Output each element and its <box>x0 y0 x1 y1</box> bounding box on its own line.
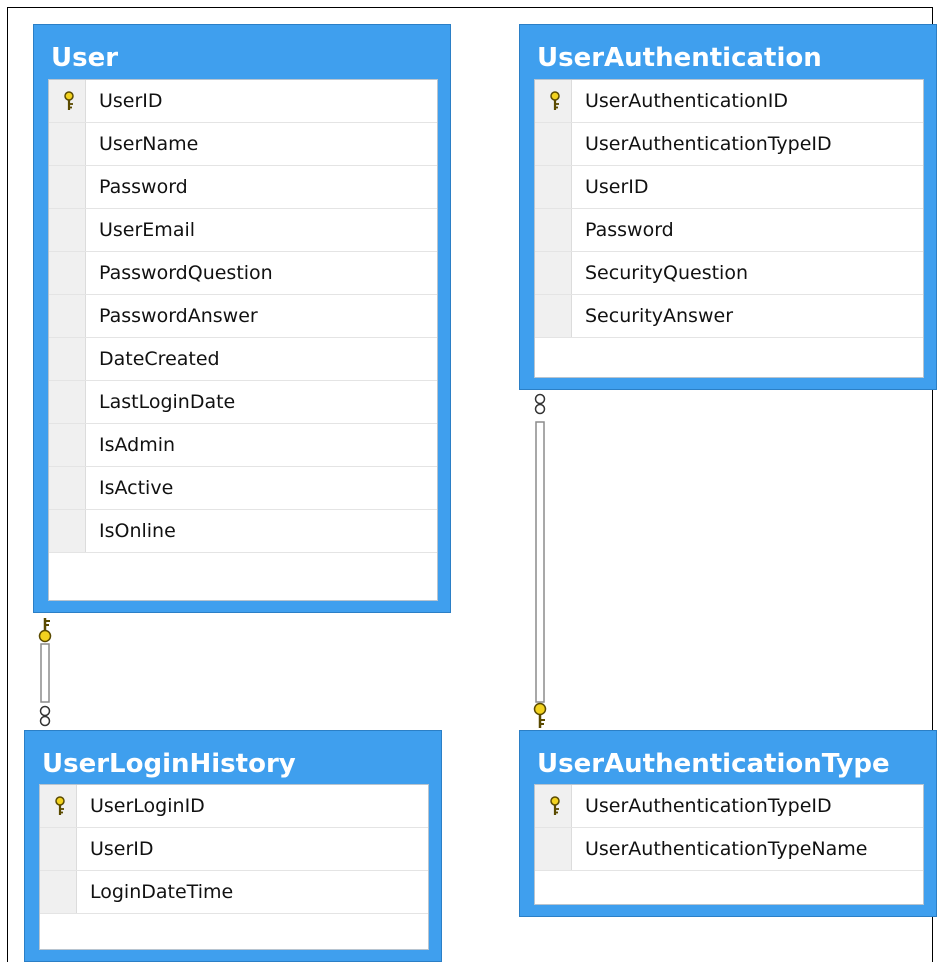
column-name: UserAuthenticationTypeID <box>585 795 832 817</box>
column-list: UserLoginID UserID LoginDateTime <box>39 784 429 950</box>
column-row[interactable]: IsOnline <box>49 510 437 553</box>
infinity-end-icon <box>39 705 51 727</box>
column-name: SecurityQuestion <box>585 262 749 284</box>
primary-key-icon <box>549 796 561 816</box>
column-name: IsAdmin <box>99 434 176 456</box>
primary-key-icon <box>549 91 561 111</box>
column-row[interactable]: UserAuthenticationTypeName <box>535 828 923 871</box>
row-selector[interactable] <box>49 123 86 165</box>
row-selector[interactable] <box>40 871 77 913</box>
row-selector[interactable] <box>535 785 572 827</box>
table-user-login-history[interactable]: UserLoginHistory UserLoginID UserID Logi… <box>24 730 442 962</box>
column-name: LoginDateTime <box>90 881 234 903</box>
column-name: PasswordAnswer <box>99 305 258 327</box>
column-row[interactable]: SecurityQuestion <box>535 252 923 295</box>
relationship-authtype-authentication[interactable] <box>525 388 555 733</box>
row-selector[interactable] <box>49 80 86 122</box>
row-selector[interactable] <box>535 295 572 337</box>
row-selector[interactable] <box>49 166 86 208</box>
column-row[interactable]: UserID <box>40 828 428 871</box>
key-end-icon <box>533 702 547 728</box>
row-selector[interactable] <box>40 785 77 827</box>
column-row[interactable]: UserID <box>535 166 923 209</box>
column-row[interactable]: IsActive <box>49 467 437 510</box>
column-row[interactable]: UserID <box>49 80 437 123</box>
column-name: Password <box>585 219 674 241</box>
column-name: UserID <box>90 838 154 860</box>
column-name: UserLoginID <box>90 795 205 817</box>
row-selector[interactable] <box>535 828 572 870</box>
column-name: UserAuthenticationID <box>585 90 789 112</box>
column-list: UserAuthenticationID UserAuthenticationT… <box>534 79 924 378</box>
column-row[interactable]: Password <box>535 209 923 252</box>
column-name: PasswordQuestion <box>99 262 273 284</box>
column-name: SecurityAnswer <box>585 305 734 327</box>
row-selector[interactable] <box>40 828 77 870</box>
column-name: UserID <box>99 90 163 112</box>
row-selector[interactable] <box>535 166 572 208</box>
table-title: UserLoginHistory <box>42 749 296 779</box>
row-selector[interactable] <box>535 80 572 122</box>
table-user[interactable]: User UserID UserName Password UserEmail … <box>33 24 451 613</box>
row-selector[interactable] <box>49 467 86 509</box>
row-selector[interactable] <box>49 209 86 251</box>
column-row[interactable]: UserName <box>49 123 437 166</box>
column-row[interactable]: PasswordAnswer <box>49 295 437 338</box>
column-row[interactable]: UserAuthenticationID <box>535 80 923 123</box>
column-row[interactable]: UserLoginID <box>40 785 428 828</box>
column-name: DateCreated <box>99 348 220 370</box>
row-selector[interactable] <box>49 424 86 466</box>
column-name: IsActive <box>99 477 174 499</box>
column-list: UserID UserName Password UserEmail Passw… <box>48 79 438 601</box>
primary-key-icon <box>63 91 75 111</box>
row-selector[interactable] <box>49 295 86 337</box>
row-selector[interactable] <box>49 338 86 380</box>
row-selector[interactable] <box>535 123 572 165</box>
row-selector[interactable] <box>49 381 86 423</box>
column-row[interactable]: PasswordQuestion <box>49 252 437 295</box>
table-title: UserAuthentication <box>537 43 822 73</box>
column-name: Password <box>99 176 188 198</box>
table-title: UserAuthenticationType <box>537 749 890 779</box>
column-row[interactable]: Password <box>49 166 437 209</box>
column-name: UserName <box>99 133 199 155</box>
column-row[interactable]: LoginDateTime <box>40 871 428 914</box>
row-selector[interactable] <box>535 252 572 294</box>
column-list: UserAuthenticationTypeID UserAuthenticat… <box>534 784 924 905</box>
row-selector[interactable] <box>49 252 86 294</box>
column-name: IsOnline <box>99 520 176 542</box>
column-row[interactable]: IsAdmin <box>49 424 437 467</box>
column-row[interactable]: SecurityAnswer <box>535 295 923 338</box>
infinity-end-icon <box>534 393 546 415</box>
column-row[interactable]: UserAuthenticationTypeID <box>535 785 923 828</box>
row-selector[interactable] <box>535 209 572 251</box>
relationship-user-loginhistory[interactable] <box>30 610 60 736</box>
column-name: UserAuthenticationTypeName <box>585 838 868 860</box>
column-name: UserAuthenticationTypeID <box>585 133 832 155</box>
column-row[interactable]: UserAuthenticationTypeID <box>535 123 923 166</box>
column-row[interactable]: UserEmail <box>49 209 437 252</box>
key-end-icon <box>38 618 52 643</box>
table-title: User <box>51 43 119 73</box>
primary-key-icon <box>54 796 66 816</box>
column-name: UserEmail <box>99 219 196 241</box>
column-name: LastLoginDate <box>99 391 236 413</box>
column-row[interactable]: LastLoginDate <box>49 381 437 424</box>
table-user-authentication[interactable]: UserAuthentication UserAuthenticationID … <box>519 24 937 390</box>
column-name: UserID <box>585 176 649 198</box>
table-user-authentication-type[interactable]: UserAuthenticationType UserAuthenticatio… <box>519 730 937 917</box>
row-selector[interactable] <box>49 510 86 552</box>
column-row[interactable]: DateCreated <box>49 338 437 381</box>
